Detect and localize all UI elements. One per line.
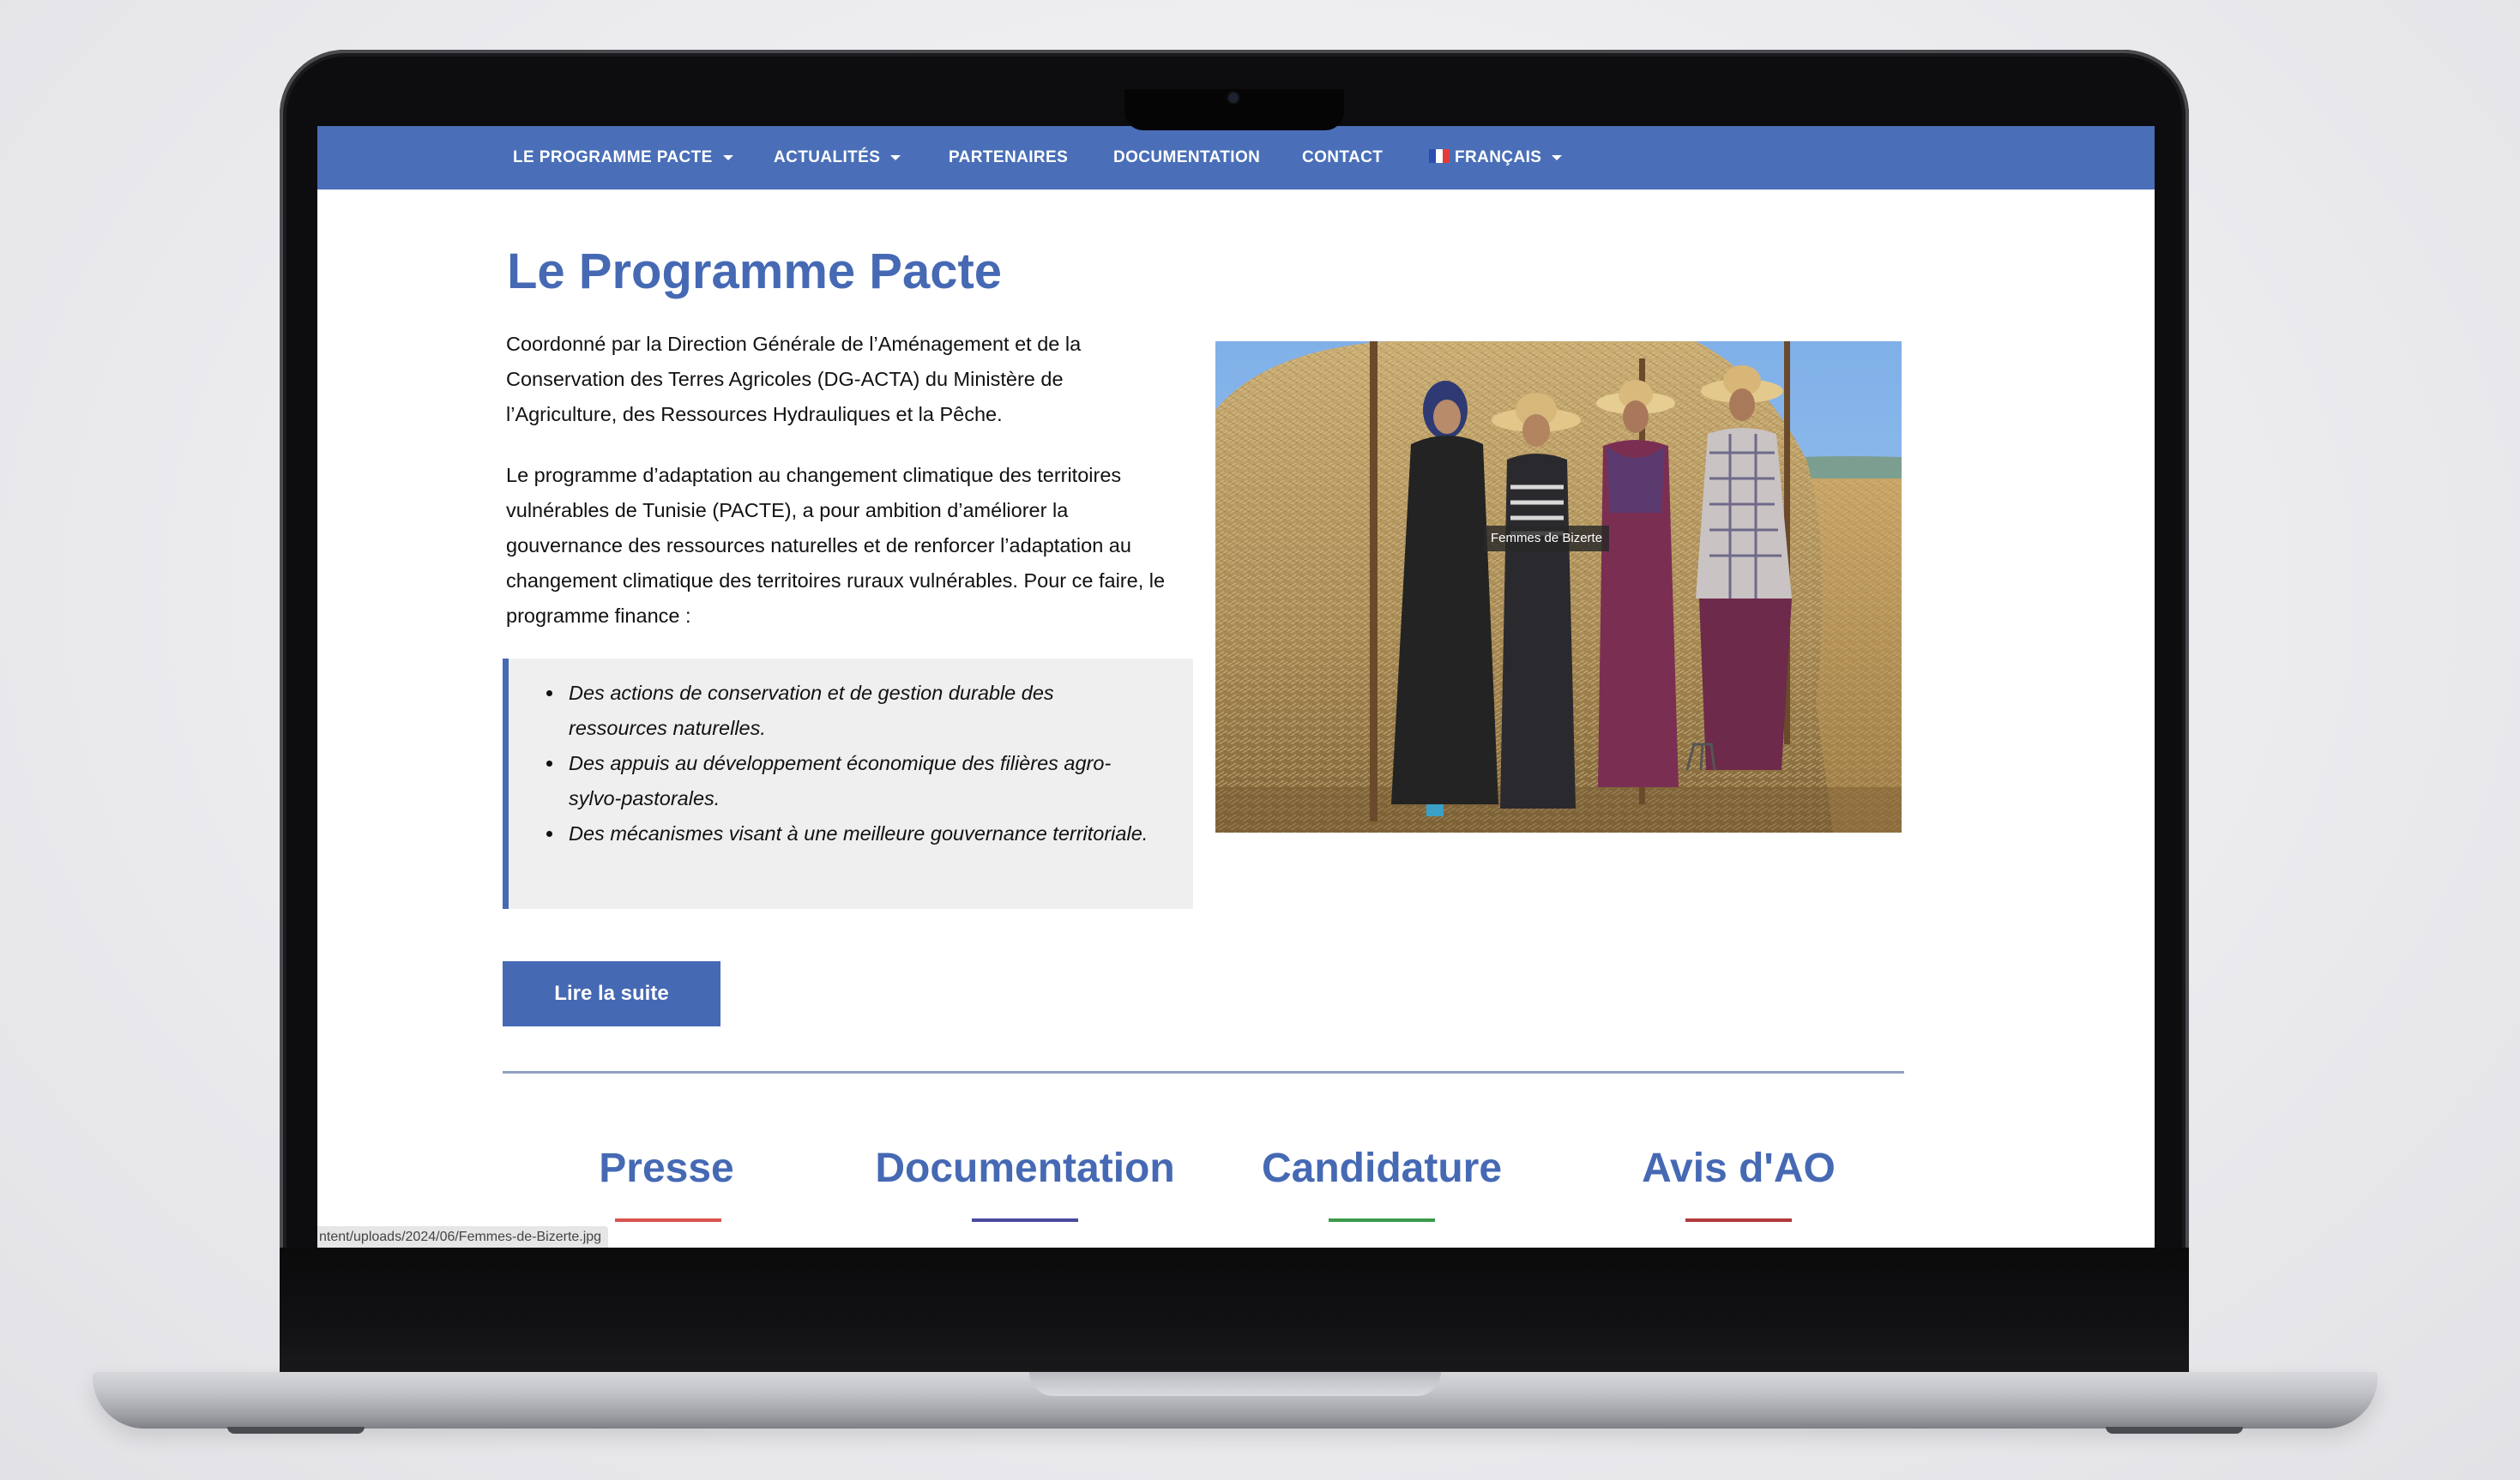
nav-item-label: FRANÇAIS: [1455, 148, 1542, 166]
women-of-bizerte-photo[interactable]: [1215, 341, 1902, 833]
section-underline: [1685, 1218, 1792, 1222]
page-title: Le Programme Pacte: [507, 244, 1003, 299]
section-underline: [1329, 1218, 1435, 1222]
caret-down-icon: [890, 154, 901, 160]
french-flag-icon: [1429, 127, 1450, 163]
section-underline: [972, 1218, 1078, 1222]
read-more-button[interactable]: Lire la suite: [503, 961, 720, 1026]
program-description: Le programme d’adaptation au changement …: [506, 464, 1166, 627]
image-tooltip: Femmes de Bizerte: [1484, 526, 1610, 551]
laptop-foot-right: [2106, 1427, 2243, 1434]
nav-item-label: PARTENAIRES: [949, 148, 1069, 166]
nav-item-documentation[interactable]: DOCUMENTATION: [1113, 126, 1260, 190]
laptop-opening-notch: [1029, 1372, 1441, 1396]
section-link-documentation[interactable]: Documentation: [845, 1145, 1205, 1192]
nav-item-label: CONTACT: [1302, 148, 1384, 166]
bullet-icon: [546, 761, 552, 767]
nav-item-language[interactable]: FRANÇAIS: [1429, 126, 1563, 190]
bullet-icon: [546, 831, 552, 837]
nav-item-label: LE PROGRAMME PACTE: [513, 148, 713, 166]
laptop-bottom-bezel: [280, 1248, 2189, 1377]
nav-item-label: ACTUALITÉS: [774, 148, 881, 166]
laptop-foot-left: [227, 1427, 365, 1434]
intro-paragraph: Coordonné par la Direction Générale de l…: [506, 333, 1082, 425]
browser-status-url: ntent/uploads/2024/06/Femmes-de-Bizerte.…: [317, 1226, 609, 1248]
top-navbar: LE PROGRAMME PACTE ACTUALITÉS PARTENAIRE…: [317, 126, 2155, 190]
caret-down-icon: [722, 154, 733, 160]
section-divider: [503, 1071, 1904, 1074]
caret-down-icon: [1552, 154, 1563, 160]
financing-list: Des actions de conservation et de gestio…: [546, 676, 1152, 851]
financing-blockquote: Des actions de conservation et de gestio…: [503, 659, 1193, 909]
nav-item-programme[interactable]: LE PROGRAMME PACTE: [513, 126, 733, 190]
section-link-presse[interactable]: Presse: [486, 1145, 847, 1192]
section-link-candidature[interactable]: Candidature: [1202, 1145, 1562, 1192]
list-item: Des mécanismes visant à une meilleure go…: [546, 816, 1152, 851]
nav-item-partenaires[interactable]: PARTENAIRES: [949, 126, 1068, 190]
nav-item-actualites[interactable]: ACTUALITÉS: [774, 126, 901, 190]
camera-icon: [1228, 93, 1239, 103]
list-item: Des actions de conservation et de gestio…: [546, 676, 1152, 746]
nav-item-contact[interactable]: CONTACT: [1302, 126, 1383, 190]
section-link-avis-ao[interactable]: Avis d'AO: [1558, 1145, 1919, 1192]
photo-illustration: [1215, 341, 1902, 833]
browser-viewport: LE PROGRAMME PACTE ACTUALITÉS PARTENAIRE…: [317, 126, 2155, 1248]
section-underline: [615, 1218, 721, 1222]
list-item: Des appuis au développement économique d…: [546, 746, 1152, 816]
bullet-icon: [546, 690, 552, 696]
nav-item-label: DOCUMENTATION: [1113, 148, 1261, 166]
